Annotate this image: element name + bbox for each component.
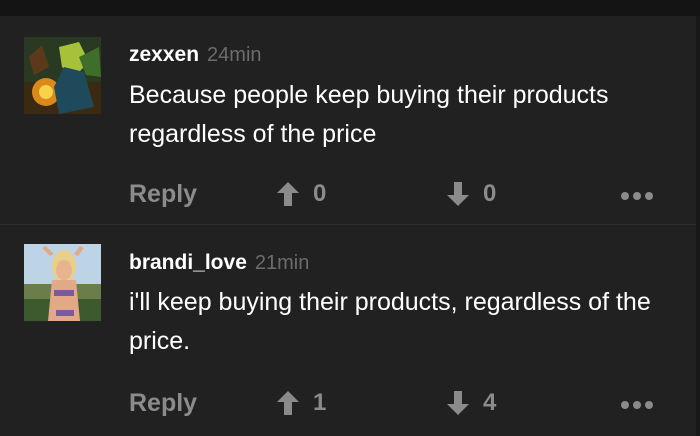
timestamp: 24min bbox=[207, 44, 262, 66]
comment-text: i'll keep buying their products, regardl… bbox=[129, 288, 651, 355]
arrow-up-icon bbox=[277, 391, 299, 415]
timestamp: 21min bbox=[254, 252, 310, 274]
downvote-button[interactable]: 4 bbox=[447, 389, 496, 417]
arrow-down-icon bbox=[447, 182, 469, 206]
arrow-down-icon bbox=[447, 391, 469, 415]
scroll-edge bbox=[696, 16, 700, 436]
arrow-up-icon bbox=[277, 182, 299, 206]
avatar-image bbox=[24, 37, 101, 114]
comment-item: zexxen 24min Because people keep buying t… bbox=[0, 16, 696, 224]
comment-meta: zexxen 24min bbox=[129, 43, 262, 67]
username[interactable]: zexxen bbox=[129, 43, 199, 66]
username[interactable]: brandi_love bbox=[129, 251, 247, 274]
downvote-button[interactable]: 0 bbox=[447, 180, 496, 208]
avatar[interactable] bbox=[24, 37, 101, 114]
top-bar bbox=[0, 0, 700, 16]
avatar[interactable] bbox=[24, 244, 101, 321]
upvote-button[interactable]: 0 bbox=[277, 180, 326, 208]
downvote-count: 4 bbox=[483, 389, 497, 416]
more-dots-icon[interactable] bbox=[621, 401, 653, 409]
comment-actions: Reply 0 0 bbox=[0, 176, 696, 216]
downvote-count: 0 bbox=[483, 180, 497, 207]
more-dots-icon[interactable] bbox=[621, 192, 653, 200]
reply-button[interactable]: Reply bbox=[129, 389, 197, 418]
avatar-image bbox=[24, 244, 101, 321]
comment-text: Because people keep buying their product… bbox=[129, 81, 609, 148]
comment-actions: Reply 1 4 bbox=[0, 385, 696, 425]
comment-item: brandi_love 21min i'll keep buying their … bbox=[0, 225, 696, 436]
upvote-count: 0 bbox=[313, 180, 327, 207]
upvote-count: 1 bbox=[313, 389, 327, 416]
upvote-button[interactable]: 1 bbox=[277, 389, 326, 417]
comment-meta: brandi_love 21min bbox=[129, 251, 309, 275]
reply-button[interactable]: Reply bbox=[129, 180, 197, 209]
